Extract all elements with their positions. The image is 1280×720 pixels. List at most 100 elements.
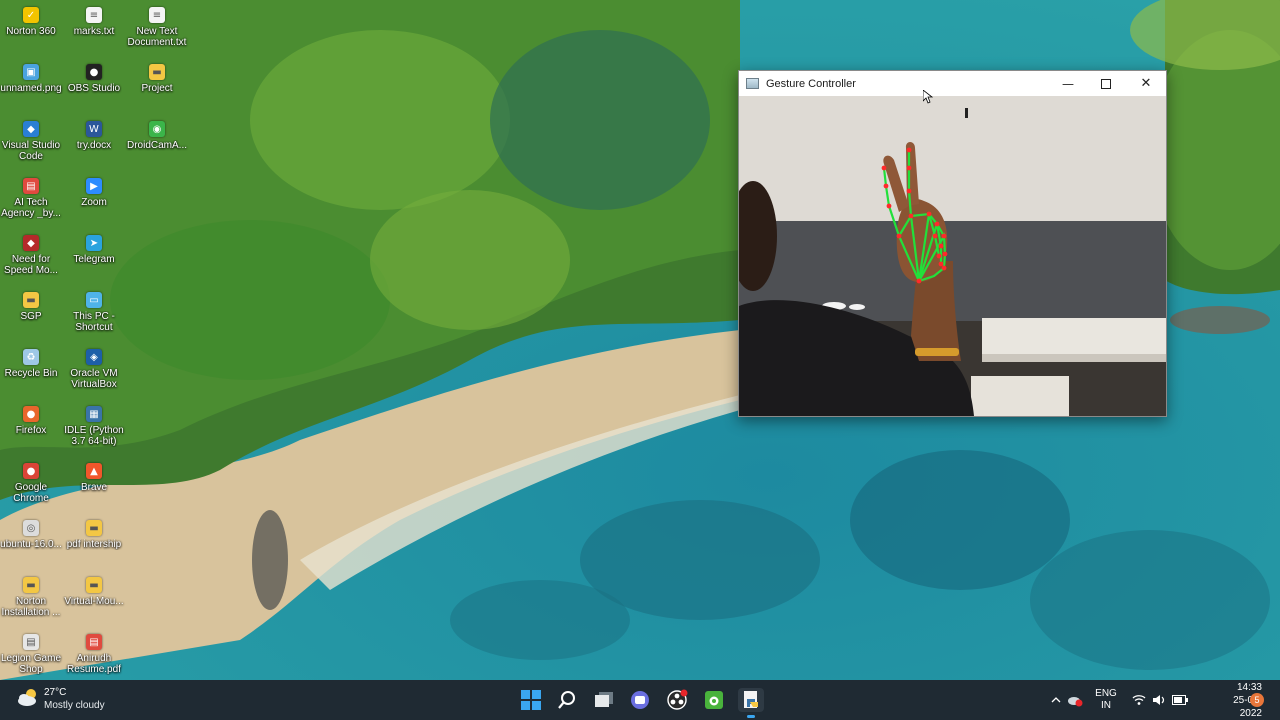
clock-time: 14:33	[1236, 681, 1262, 693]
desktop-icon-label: New Text Document.txt	[127, 26, 187, 48]
pdf-file-icon: ▤	[23, 178, 39, 194]
desktop-icon-label: ubuntu-16.0...	[0, 539, 62, 550]
desktop-icon[interactable]: ● Google Chrome	[0, 459, 62, 513]
desktop-icon-label: DroidCamA...	[126, 140, 187, 151]
battery-button[interactable]	[1170, 680, 1190, 720]
battery-icon	[1172, 695, 1188, 705]
shortcut-icon: ▤	[23, 634, 39, 650]
desktop-icon[interactable]: ▬ SGP	[0, 288, 62, 342]
speaker-icon	[1153, 695, 1165, 705]
desktop-icon[interactable]: ▬ Norton Installation ...	[0, 573, 62, 627]
desktop-icon[interactable]: ▦ IDLE (Python 3.7 64-bit)	[63, 402, 125, 456]
onedrive-tray-button[interactable]	[1066, 680, 1084, 720]
desktop-icon-label: IDLE (Python 3.7 64-bit)	[64, 425, 124, 447]
desktop-icon[interactable]: ▤ Anirudh Resume.pdf	[63, 630, 125, 684]
desktop-icon[interactable]: ▤ Legion Game Shop	[0, 630, 62, 684]
wifi-icon	[1132, 695, 1146, 705]
desktop-icon-label: pdf intership	[66, 539, 122, 550]
chevron-up-icon	[1051, 697, 1061, 703]
zoom-icon: ▶	[86, 178, 102, 194]
droidcam-taskbar-button[interactable]	[702, 688, 726, 712]
desktop-icon[interactable]: ◎ ubuntu-16.0...	[0, 516, 62, 570]
wifi-button[interactable]	[1130, 680, 1148, 720]
weather-description: Mostly cloudy	[44, 700, 105, 711]
obs-icon: ●	[86, 64, 102, 80]
desktop-icon[interactable]: ♻ Recycle Bin	[0, 345, 62, 399]
start-button[interactable]	[519, 688, 543, 712]
volume-button[interactable]	[1150, 680, 1168, 720]
desktop-icon[interactable]: ▭ This PC - Shortcut	[63, 288, 125, 342]
cloud-warning-icon	[1068, 697, 1083, 707]
desktop-icon[interactable]: ◈ Oracle VM VirtualBox	[63, 345, 125, 399]
mouse-cursor-icon	[923, 90, 933, 104]
desktop-icon[interactable]: ≡ New Text Document.txt	[126, 3, 188, 57]
camera-feed	[739, 96, 1166, 416]
python-taskbar-button[interactable]	[738, 688, 764, 718]
game-icon: ◆	[23, 235, 39, 251]
brave-icon: ▲	[86, 463, 102, 479]
pdf-file-icon: ▤	[86, 634, 102, 650]
python-idle-icon: ▦	[86, 406, 102, 422]
desktop-icon[interactable]: ◆ Need for Speed Mo...	[0, 231, 62, 285]
norton-icon: ✓	[23, 7, 39, 23]
desktop-icon[interactable]: ▣ unnamed.png	[0, 60, 62, 114]
desktop-icon-label: Project	[141, 83, 173, 94]
teams-chat-button[interactable]	[628, 688, 652, 712]
vscode-icon: ◆	[23, 121, 39, 137]
desktop-icon-label: Need for Speed Mo...	[4, 254, 58, 276]
desktop-icon[interactable]: ➤ Telegram	[63, 231, 125, 285]
desktop-icon[interactable]: ▶ Zoom	[63, 174, 125, 228]
desktop-icon[interactable]: ◉ DroidCamA...	[126, 117, 188, 171]
this-pc-icon: ▭	[86, 292, 102, 308]
close-button[interactable]: ✕	[1127, 71, 1165, 96]
active-app-indicator	[747, 715, 755, 718]
desktop-icon-label: AI Tech Agency _by...	[1, 197, 61, 219]
gesture-controller-window[interactable]: Gesture Controller — ✕	[738, 70, 1167, 417]
desktop-icon-label: OBS Studio	[67, 83, 121, 94]
desktop-icon[interactable]: ✓ Norton 360	[0, 3, 62, 57]
language-code: ENG	[1095, 688, 1117, 699]
desktop-icon[interactable]: ▬ Virtual-Mou...	[63, 573, 125, 627]
desktop-icon[interactable]: ≡ marks.txt	[63, 3, 125, 57]
folder-icon: ▬	[23, 292, 39, 308]
desktop-icon[interactable]: ● Firefox	[0, 402, 62, 456]
disc-image-icon: ◎	[23, 520, 39, 536]
desktop-icon-label: try.docx	[76, 140, 112, 151]
folder-icon: ▬	[86, 520, 102, 536]
minimize-button[interactable]: —	[1049, 71, 1087, 96]
notification-badge[interactable]: 5	[1250, 693, 1264, 707]
weather-widget[interactable]: 27°C Mostly cloudy	[16, 686, 105, 713]
obs-taskbar-button[interactable]	[665, 688, 689, 712]
desktop-icon[interactable]: ▲ Brave	[63, 459, 125, 513]
desktop-icon-label: Legion Game Shop	[0, 653, 62, 675]
desktop-icon-label: unnamed.png	[0, 83, 62, 94]
desktop-icon-label: Visual Studio Code	[1, 140, 61, 162]
desktop-icon[interactable]: ● OBS Studio	[63, 60, 125, 114]
show-hidden-icons-button[interactable]	[1048, 680, 1064, 720]
language-indicator[interactable]: ENG IN	[1092, 680, 1120, 720]
minimize-icon: —	[1062, 76, 1074, 91]
telegram-icon: ➤	[86, 235, 102, 251]
desktop-icon-label: Brave	[80, 482, 108, 493]
desktop-icon-label: Recycle Bin	[4, 368, 58, 379]
search-icon	[558, 691, 575, 709]
desktop-icon-label: marks.txt	[73, 26, 115, 37]
desktop-icon-label: SGP	[20, 311, 42, 322]
desktop-icon-label: Anirudh Resume.pdf	[67, 653, 121, 675]
folder-icon: ▬	[23, 577, 39, 593]
desktop-icon-label: Norton Installation ...	[1, 596, 61, 618]
desktop-icon[interactable]: Wtry.docx	[63, 117, 125, 171]
app-icon	[746, 78, 759, 89]
weather-temperature: 27°C	[44, 687, 67, 698]
search-button[interactable]	[555, 688, 579, 712]
desktop-icon[interactable]: ▬ Project	[126, 60, 188, 114]
maximize-button[interactable]	[1087, 71, 1125, 96]
desktop-icon-label: Oracle VM VirtualBox	[70, 368, 118, 390]
desktop-icon[interactable]: ▬ pdf intership	[63, 516, 125, 570]
desktop-icon-label: Virtual-Mou...	[64, 596, 124, 607]
window-titlebar[interactable]: Gesture Controller — ✕	[739, 71, 1166, 96]
python-idle-icon	[744, 691, 758, 708]
task-view-button[interactable]	[592, 688, 616, 712]
desktop-icon[interactable]: ◆ Visual Studio Code	[0, 117, 62, 171]
desktop-icon[interactable]: ▤ AI Tech Agency _by...	[0, 174, 62, 228]
